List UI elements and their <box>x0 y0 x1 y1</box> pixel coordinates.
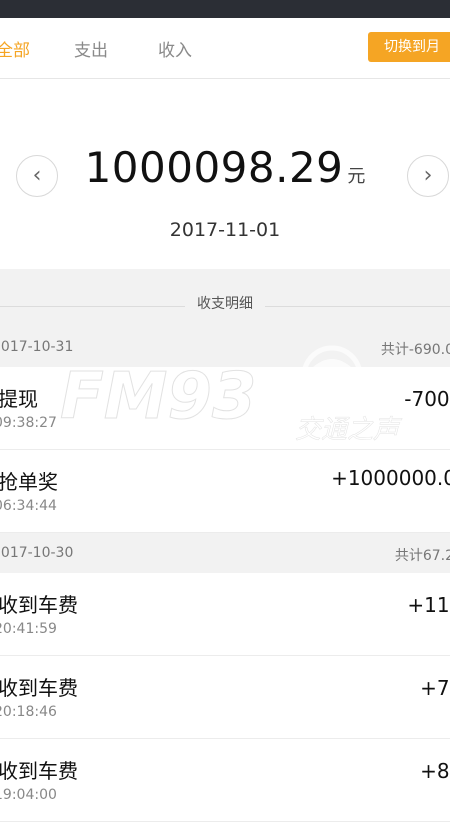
transaction-row[interactable]: 提现 09:38:27 -700. <box>0 367 450 450</box>
group-total: 共计67.2 <box>394 548 450 564</box>
balance-amount: 1000098.29 <box>84 143 344 192</box>
tab-all-label: 全部 <box>0 41 30 61</box>
detail-section-header: 收支明细 <box>0 283 450 329</box>
selected-date: 2017-11-01 <box>169 219 281 241</box>
tab-bar: 全部 支出 收入 切换到月 <box>0 18 450 83</box>
transaction-amount: -700. <box>404 387 450 411</box>
tab-expense[interactable]: 支出 <box>74 36 108 61</box>
group-total: 共计-690.0 <box>380 342 450 358</box>
tab-expense-label: 支出 <box>74 41 108 61</box>
transaction-title: 收到车费 <box>0 676 78 700</box>
transaction-time: 19:04:00 <box>0 787 57 803</box>
status-bar <box>0 0 450 18</box>
transaction-row[interactable]: 收到车费 20:18:46 +7. <box>0 656 450 739</box>
transaction-row[interactable]: 收到车费 20:41:59 +11. <box>0 573 450 656</box>
transaction-amount: +8. <box>420 759 450 783</box>
transaction-time: 20:18:46 <box>0 704 57 720</box>
group-date: 2017-10-31 <box>0 339 74 355</box>
tab-all[interactable]: 全部 <box>0 36 32 83</box>
balance-amount-wrap: 1000098.29 元 <box>0 143 450 192</box>
transaction-time: 09:38:27 <box>0 415 57 431</box>
transaction-amount: +1000000.0 <box>331 466 450 490</box>
switch-to-month-button[interactable]: 切换到月 <box>368 32 450 62</box>
tab-income[interactable]: 收入 <box>158 36 192 61</box>
date-group-header: 2017-10-31 共计-690.0 <box>0 329 450 367</box>
transaction-title: 提现 <box>0 387 38 411</box>
chevron-right-icon: › <box>423 163 433 188</box>
transaction-amount: +7. <box>420 676 450 700</box>
next-day-button[interactable]: › <box>407 155 449 197</box>
date-group-header: 2017-10-30 共计67.2 <box>0 535 450 573</box>
balance-unit: 元 <box>347 166 366 187</box>
transaction-time: 06:34:44 <box>0 498 57 514</box>
group-date: 2017-10-30 <box>0 545 74 561</box>
transaction-time: 20:41:59 <box>0 621 57 637</box>
tab-income-label: 收入 <box>158 41 192 61</box>
transaction-row[interactable]: 抢单奖 06:34:44 +1000000.0 <box>0 450 450 533</box>
transaction-title: 收到车费 <box>0 593 78 617</box>
detail-section-title: 收支明细 <box>185 293 265 313</box>
transaction-title: 收到车费 <box>0 759 78 783</box>
balance-summary: ‹ 1000098.29 元 › 2017-11-01 <box>0 79 450 269</box>
transaction-title: 抢单奖 <box>0 470 58 494</box>
transaction-amount: +11. <box>407 593 450 617</box>
transaction-row[interactable]: 收到车费 19:04:00 +8. <box>0 739 450 822</box>
